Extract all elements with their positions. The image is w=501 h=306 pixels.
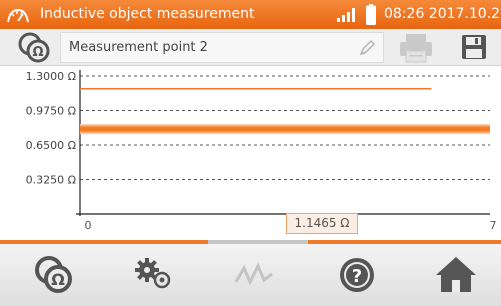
measurement-point-field[interactable]: Measurement point 2 (60, 32, 384, 63)
title-bar: Inductive object measurement 08:26 2017.… (0, 0, 501, 29)
meter-logo-icon (7, 8, 29, 23)
bottom-nav: Ω ? (0, 244, 501, 306)
x-tick-label: 7 (490, 219, 497, 232)
resistance-ohm-icon[interactable]: Ω (16, 31, 54, 64)
home-icon[interactable] (432, 252, 480, 298)
window-title: Inductive object measurement (40, 6, 255, 22)
help-icon[interactable]: ? (333, 252, 381, 298)
y-tick-label: 0.6500 Ω (26, 139, 76, 152)
svg-text:Ω: Ω (51, 270, 65, 289)
value-readout: 1.1465 Ω (286, 213, 358, 234)
svg-text:Ω: Ω (32, 45, 43, 60)
measurement-point-label: Measurement point 2 (69, 40, 208, 55)
app-window: Inductive object measurement 08:26 2017.… (0, 0, 501, 306)
svg-text:?: ? (352, 266, 362, 287)
y-tick-label: 0.3250 Ω (26, 174, 76, 187)
settings-gears-icon[interactable] (130, 252, 178, 298)
pencil-icon[interactable] (357, 38, 377, 58)
y-tick-label: 0.9750 Ω (26, 105, 76, 118)
x-tick-label: 0 (85, 219, 92, 232)
resistance-ohm-icon[interactable]: Ω (30, 252, 78, 298)
measurement-toolbar: Ω Measurement point 2 (0, 29, 501, 66)
y-tick-label: 1.3000 Ω (26, 70, 76, 83)
printer-icon[interactable] (392, 31, 440, 64)
signal-strength-icon (337, 8, 355, 22)
measurement-chart: 1.3000 Ω 0.9750 Ω 0.6500 Ω 0.3250 Ω 0 7 (26, 70, 497, 232)
clock-readout: 08:26 2017.10.27 (384, 6, 501, 22)
battery-icon (366, 4, 376, 25)
waveform-icon[interactable] (230, 252, 278, 298)
floppy-disk-icon[interactable] (449, 31, 497, 64)
series-band (80, 124, 490, 135)
